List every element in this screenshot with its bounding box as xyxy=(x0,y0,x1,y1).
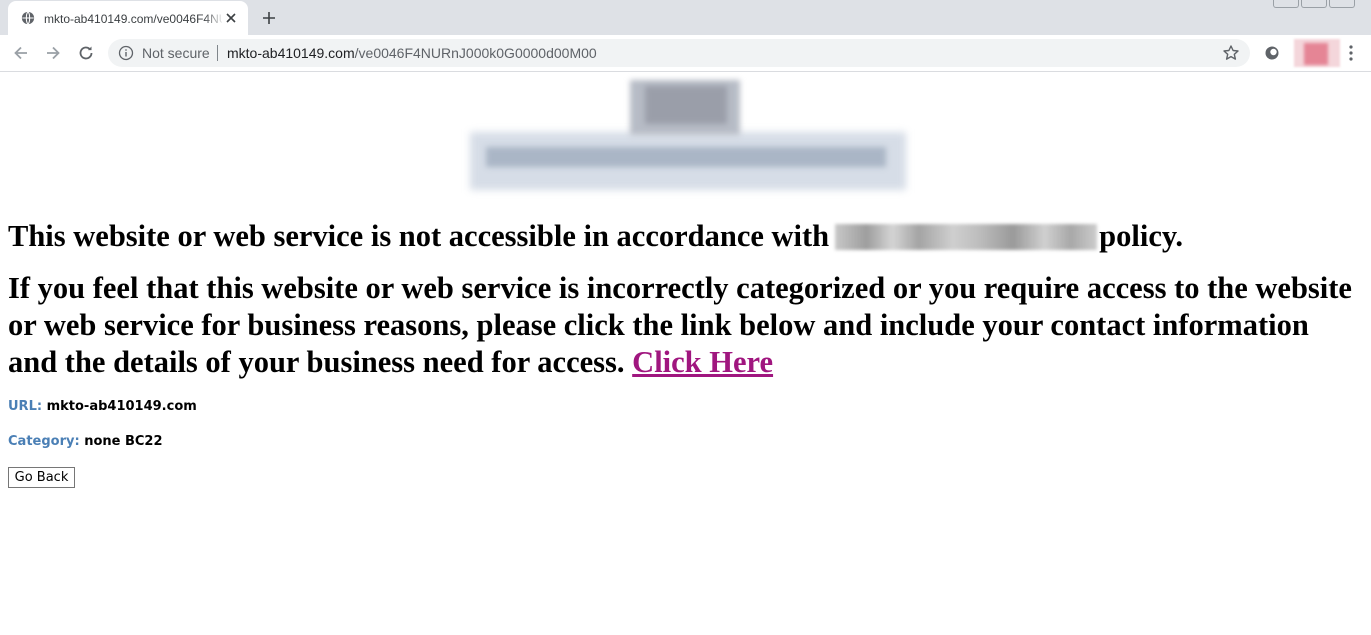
category-value: none BC22 xyxy=(84,434,163,449)
logo-part xyxy=(486,147,886,167)
globe-icon xyxy=(21,11,35,25)
blurred-company-logo xyxy=(470,72,908,196)
extension-icon[interactable] xyxy=(1264,45,1280,61)
tab-strip: mkto-ab410149.com/ve0046F4NURnJ000k0G000… xyxy=(0,0,1371,35)
address-divider xyxy=(217,45,218,61)
url-text[interactable]: mkto-ab410149.com/ve0046F4NURnJ000k0G000… xyxy=(227,45,597,61)
window-controls xyxy=(1273,0,1361,8)
forward-arrow-icon[interactable] xyxy=(43,43,63,63)
url-value: mkto-ab410149.com xyxy=(46,399,197,414)
tab-title: mkto-ab410149.com/ve0046F4NURnJ000k0G000… xyxy=(44,12,222,26)
policy-heading: This website or web service is not acces… xyxy=(8,217,1363,255)
address-bar[interactable]: Not secure mkto-ab410149.com/ve0046F4NUR… xyxy=(108,39,1250,67)
star-icon[interactable] xyxy=(1222,44,1240,62)
browser-tab[interactable]: mkto-ab410149.com/ve0046F4NURnJ000k0G000… xyxy=(8,1,248,35)
url-path: /ve0046F4NURnJ000k0G0000d00M00 xyxy=(354,45,597,61)
new-tab-plus-icon[interactable] xyxy=(259,8,279,28)
maximize-button[interactable] xyxy=(1301,0,1327,8)
profile-avatar-image xyxy=(1304,43,1328,65)
policy-text-before: This website or web service is not acces… xyxy=(8,219,830,253)
access-request-heading: If you feel that this website or web ser… xyxy=(8,270,1363,381)
logo-part xyxy=(645,86,727,124)
policy-text-after: policy. xyxy=(1099,219,1184,253)
browser-toolbar: Not secure mkto-ab410149.com/ve0046F4NUR… xyxy=(0,35,1371,72)
category-label: Category: xyxy=(8,434,80,449)
url-host: mkto-ab410149.com xyxy=(227,45,355,61)
go-back-button[interactable]: Go Back xyxy=(8,467,75,488)
url-info-row: URL: mkto-ab410149.com xyxy=(8,399,197,415)
redacted-company-name xyxy=(835,224,1098,250)
security-label[interactable]: Not secure xyxy=(142,45,210,61)
click-here-link[interactable]: Click Here xyxy=(632,345,773,379)
kebab-menu-icon[interactable] xyxy=(1344,43,1358,63)
back-arrow-icon[interactable] xyxy=(11,43,31,63)
info-icon[interactable] xyxy=(118,45,134,61)
close-icon[interactable] xyxy=(224,11,238,25)
minimize-button[interactable] xyxy=(1273,0,1299,8)
reload-icon[interactable] xyxy=(76,43,96,63)
category-info-row: Category: none BC22 xyxy=(8,434,163,450)
url-label: URL: xyxy=(8,399,43,414)
tab-title-fade xyxy=(204,9,224,29)
close-window-button[interactable] xyxy=(1329,0,1355,8)
